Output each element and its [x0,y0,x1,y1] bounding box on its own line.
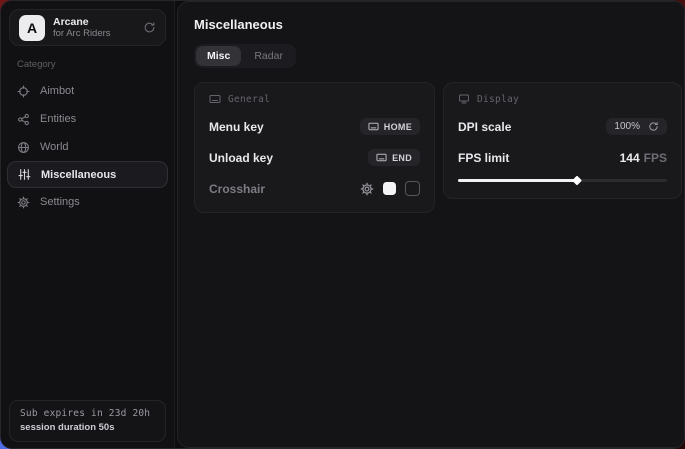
app-name: Arcane [53,16,135,28]
sidebar-nav: Aimbot Entities World [1,77,174,216]
fps-limit-value: 144 FPS [620,151,667,165]
category-label: Category [17,59,158,70]
fps-slider-fill [458,179,577,182]
keyboard-icon [209,93,221,105]
sidebar-item-label: Miscellaneous [41,169,116,181]
display-card-title: Display [477,94,519,105]
sub-expires-text: Sub expires in 23d 20h [20,408,155,419]
menu-key-label: Menu key [209,120,264,134]
tab-radar[interactable]: Radar [243,46,294,66]
dpi-scale-label: DPI scale [458,120,511,134]
menu-key-row: Menu key HOME [209,117,420,136]
fps-limit-row: FPS limit 144 FPS [458,148,667,167]
tab-misc[interactable]: Misc [196,46,241,66]
sidebar-item-label: Aimbot [40,85,74,97]
sidebar-item-miscellaneous[interactable]: Miscellaneous [7,161,168,188]
monitor-icon [458,93,470,105]
subscription-card: Sub expires in 23d 20h session duration … [9,400,166,442]
menu-key-value: HOME [384,122,412,132]
sidebar-item-label: World [40,141,69,153]
sidebar-item-label: Settings [40,196,80,208]
app-subtitle: for Arc Riders [53,29,135,40]
sidebar-item-world[interactable]: World [1,133,174,161]
display-card-header: Display [458,93,667,105]
unload-key-value: END [392,153,412,163]
globe-icon [17,141,30,154]
page-title: Miscellaneous [194,17,682,32]
fps-slider[interactable] [458,177,667,184]
app-window: A Arcane for Arc Riders Category Aimbot [0,0,685,449]
session-duration-text: session duration 50s [20,422,155,433]
refresh-icon[interactable] [143,21,156,34]
crosshair-controls [360,181,420,196]
main-panel: Miscellaneous Misc Radar General Menu ke… [177,1,685,448]
crosshair-color-swatch[interactable] [383,182,396,195]
unload-key-button[interactable]: END [368,149,420,166]
display-card: Display DPI scale 100% FPS limit [443,82,682,199]
sidebar: A Arcane for Arc Riders Category Aimbot [1,1,175,448]
gear-icon[interactable] [360,182,374,196]
tab-bar: Misc Radar [194,44,296,68]
unload-key-label: Unload key [209,151,273,165]
crosshair-checkbox[interactable] [405,181,420,196]
sidebar-item-aimbot[interactable]: Aimbot [1,77,174,105]
gear-icon [17,196,30,209]
entities-icon [17,113,30,126]
fps-number: 144 [620,151,640,165]
menu-key-button[interactable]: HOME [360,118,420,135]
dpi-scale-value: 100% [614,121,640,132]
dpi-scale-control[interactable]: 100% [606,118,667,135]
app-logo: A [19,15,45,41]
dpi-scale-row: DPI scale 100% [458,117,667,136]
refresh-icon [648,121,659,132]
crosshair-row: Crosshair [209,179,420,198]
unload-key-row: Unload key END [209,148,420,167]
keyboard-icon [368,121,379,132]
fps-unit: FPS [644,151,667,165]
general-card-header: General [209,93,420,105]
brand-card: A Arcane for Arc Riders [9,9,166,46]
crosshair-label: Crosshair [209,182,265,196]
crosshair-icon [17,85,30,98]
brand-text: Arcane for Arc Riders [53,16,135,40]
sliders-icon [18,168,31,181]
sidebar-item-label: Entities [40,113,76,125]
sidebar-item-entities[interactable]: Entities [1,105,174,133]
general-card-title: General [228,94,270,105]
keyboard-icon [376,152,387,163]
fps-limit-label: FPS limit [458,151,509,165]
sidebar-item-settings[interactable]: Settings [1,188,174,216]
general-card: General Menu key HOME Unload key [194,82,435,213]
fps-slider-thumb[interactable] [572,176,582,186]
cards-row: General Menu key HOME Unload key [194,82,682,213]
